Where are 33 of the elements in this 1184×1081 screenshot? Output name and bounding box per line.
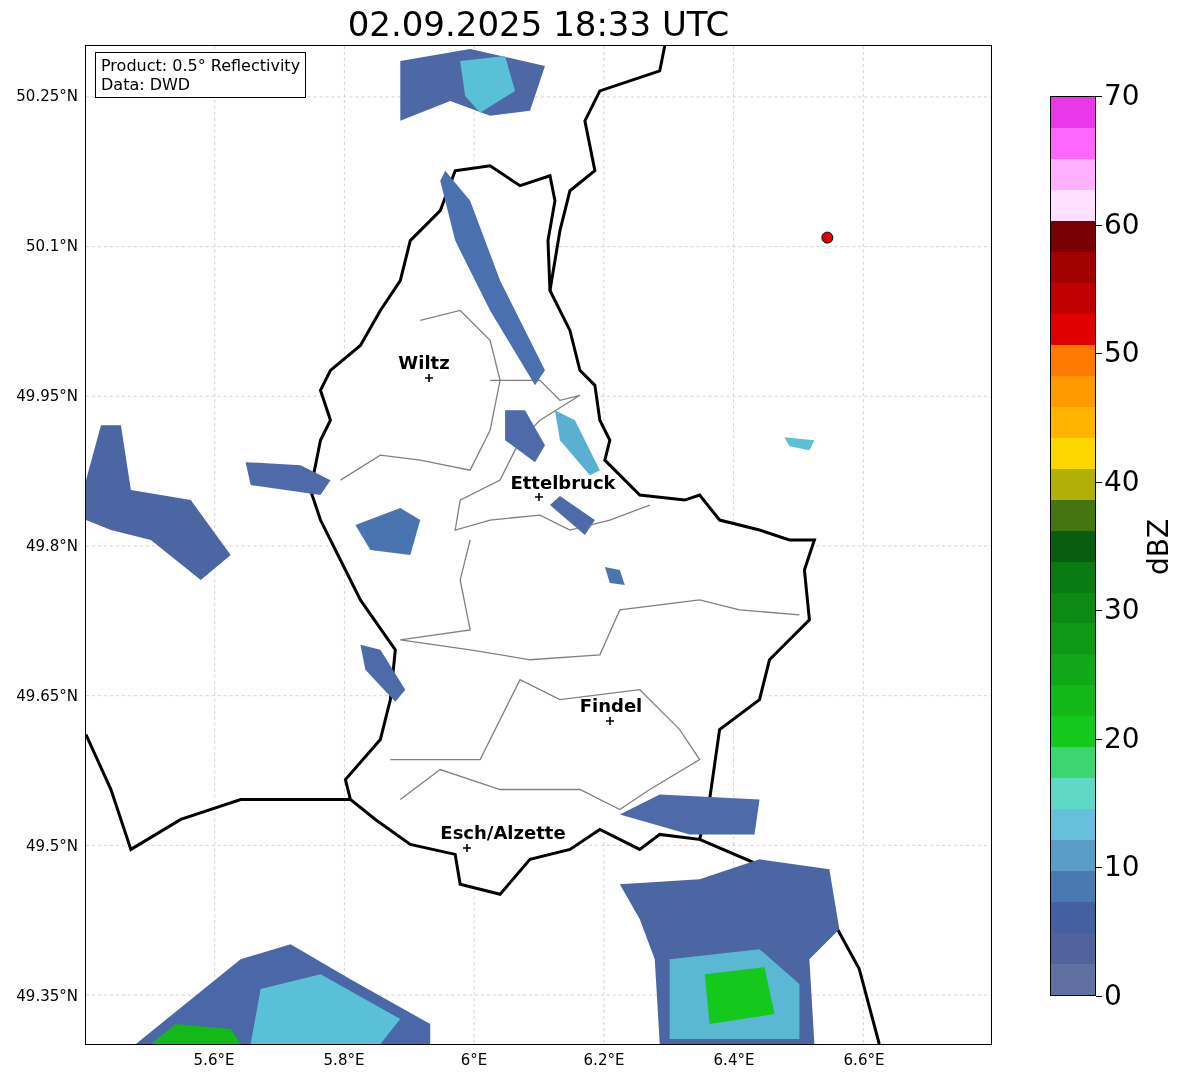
axis-tick-label: 50.1°N <box>25 237 78 255</box>
city-label: Esch/Alzette <box>440 821 566 843</box>
city-marker-icon <box>463 844 471 852</box>
axis-tick-label: 6.6°E <box>843 1051 885 1069</box>
city-marker-icon <box>535 493 543 501</box>
axis-tick-label: 49.8°N <box>25 537 78 555</box>
axis-tick-label: 6.2°E <box>583 1051 625 1069</box>
axis-tick-label: 49.35°N <box>16 987 78 1005</box>
city-label: Findel <box>579 694 643 716</box>
colorbar-tick-label: 70 <box>1104 80 1140 112</box>
city-marker-icon <box>425 374 433 382</box>
colorbar-tick-label: 60 <box>1104 208 1140 241</box>
axis-tick-label: 50.25°N <box>16 87 78 105</box>
colorbar-tick-label: 10 <box>1104 851 1140 884</box>
legend-text: Data: DWD <box>101 75 192 94</box>
colorbar-tick-label: 40 <box>1104 465 1140 498</box>
axis-tick-label: 6.4°E <box>713 1051 755 1069</box>
axis-tick-label: 5.8°E <box>323 1051 365 1069</box>
city-label: Wiltz <box>398 351 450 373</box>
plot-title: 02.09.2025 18:33 UTC <box>346 4 731 44</box>
axis-tick-label: 49.65°N <box>16 687 78 705</box>
axis-tick-label: 49.5°N <box>25 837 78 855</box>
city-marker-icon <box>606 717 614 725</box>
colorbar-tick-label: 50 <box>1104 337 1140 370</box>
colorbar-tick-label: 20 <box>1104 722 1140 755</box>
colorbar-tick-label: 0 <box>1104 980 1122 1012</box>
legend-text: Product: 0.5° Reflectivity <box>101 56 301 75</box>
colorbar-tick-label: 30 <box>1104 594 1140 627</box>
axis-tick-label: 5.6°E <box>193 1051 235 1069</box>
colorbar-label: dBZ <box>1141 518 1175 576</box>
axis-tick-label: 6°E <box>460 1051 488 1069</box>
axis-tick-label: 49.95°N <box>16 387 78 405</box>
city-label: Ettelbruck <box>510 471 616 493</box>
